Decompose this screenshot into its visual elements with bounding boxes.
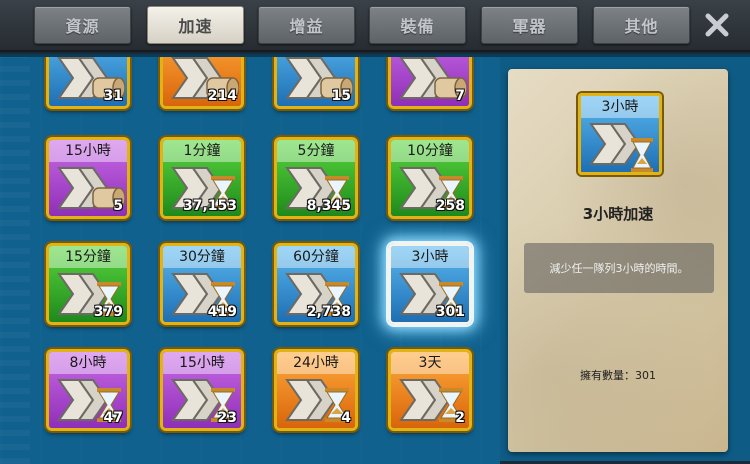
speedup-item[interactable]: 24小時 4 xyxy=(274,349,358,431)
close-button[interactable] xyxy=(700,8,734,42)
item-duration-label: 15小時 xyxy=(49,140,127,162)
item-count: 2,738 xyxy=(306,304,351,320)
item-duration-label: 3小時 xyxy=(391,246,469,268)
item-count: 8,345 xyxy=(306,198,351,214)
speedup-item[interactable]: 8小時 47 xyxy=(46,349,130,431)
item-count: 7 xyxy=(455,88,465,104)
speedup-item[interactable]: 15小時 5 xyxy=(46,137,130,219)
detail-title: 3小時加速 xyxy=(582,205,654,223)
speedup-item[interactable]: 30分鐘 419 xyxy=(160,243,244,325)
item-count: 379 xyxy=(93,304,123,320)
tab-speedups[interactable]: 加速 xyxy=(147,6,244,44)
item-duration-label: 30分鐘 xyxy=(163,246,241,268)
item-count: 23 xyxy=(217,410,237,426)
speedup-item[interactable]: 3小時 301 xyxy=(388,243,472,325)
item-duration-label: 15小時 xyxy=(163,352,241,374)
item-duration-label: 3天 xyxy=(391,352,469,374)
border-decoration xyxy=(0,57,30,464)
tab-bar: 資源 加速 增益 裝備 軍器 其他 xyxy=(0,0,750,52)
item-duration-label: 8小時 xyxy=(49,352,127,374)
speedup-item[interactable]: 5分鐘 8,345 xyxy=(274,137,358,219)
item-count: 31 xyxy=(103,88,123,104)
speedup-item[interactable]: 1分鐘 37,153 xyxy=(160,137,244,219)
tab-boosts[interactable]: 增益 xyxy=(258,6,355,44)
item-duration-label: 15分鐘 xyxy=(49,246,127,268)
inventory-panel: 31 214 15 7 15小時 5 1分鐘 37,153 5分鐘 8,345 10分鐘 258 15分… xyxy=(0,54,750,464)
item-count: 5 xyxy=(113,198,123,214)
item-count: 47 xyxy=(103,410,123,426)
detail-owned-count: 擁有數量：301 xyxy=(580,369,656,382)
speedup-item[interactable]: 15 xyxy=(274,57,358,109)
speedup-item[interactable]: 10分鐘 258 xyxy=(388,137,472,219)
tab-siege[interactable]: 軍器 xyxy=(481,6,578,44)
speedup-item[interactable]: 214 xyxy=(160,57,244,109)
item-count: 37,153 xyxy=(182,198,237,214)
item-duration-label: 24小時 xyxy=(277,352,355,374)
item-count: 15 xyxy=(331,88,351,104)
item-duration-label: 1分鐘 xyxy=(163,140,241,162)
item-detail-panel: 3小時 3小時加速 減少任一隊列3小時的時間。 擁有數量：301 xyxy=(508,69,728,452)
item-duration-label: 10分鐘 xyxy=(391,140,469,162)
tab-equipment[interactable]: 裝備 xyxy=(369,6,466,44)
item-count: 419 xyxy=(207,304,237,320)
speedup-item[interactable]: 7 xyxy=(388,57,472,109)
item-count: 301 xyxy=(435,304,465,320)
item-count: 2 xyxy=(455,410,465,426)
speedup-hourglass-icon xyxy=(589,123,653,172)
speedup-item[interactable]: 15小時 23 xyxy=(160,349,244,431)
detail-description: 減少任一隊列3小時的時間。 xyxy=(524,243,714,293)
speedup-item[interactable]: 60分鐘 2,738 xyxy=(274,243,358,325)
speedup-item[interactable]: 31 xyxy=(46,57,130,109)
item-duration-label: 5分鐘 xyxy=(277,140,355,162)
tab-resources[interactable]: 資源 xyxy=(34,6,131,44)
item-count: 214 xyxy=(207,88,237,104)
tab-other[interactable]: 其他 xyxy=(593,6,690,44)
item-duration-label: 60分鐘 xyxy=(277,246,355,268)
detail-item-icon: 3小時 xyxy=(578,93,662,175)
speedup-item[interactable]: 15分鐘 379 xyxy=(46,243,130,325)
speedup-item[interactable]: 3天 2 xyxy=(388,349,472,431)
item-count: 258 xyxy=(435,198,465,214)
item-grid[interactable]: 31 214 15 7 15小時 5 1分鐘 37,153 5分鐘 8,345 10分鐘 258 15分… xyxy=(0,57,500,464)
item-count: 4 xyxy=(341,410,351,426)
close-icon xyxy=(705,13,729,37)
